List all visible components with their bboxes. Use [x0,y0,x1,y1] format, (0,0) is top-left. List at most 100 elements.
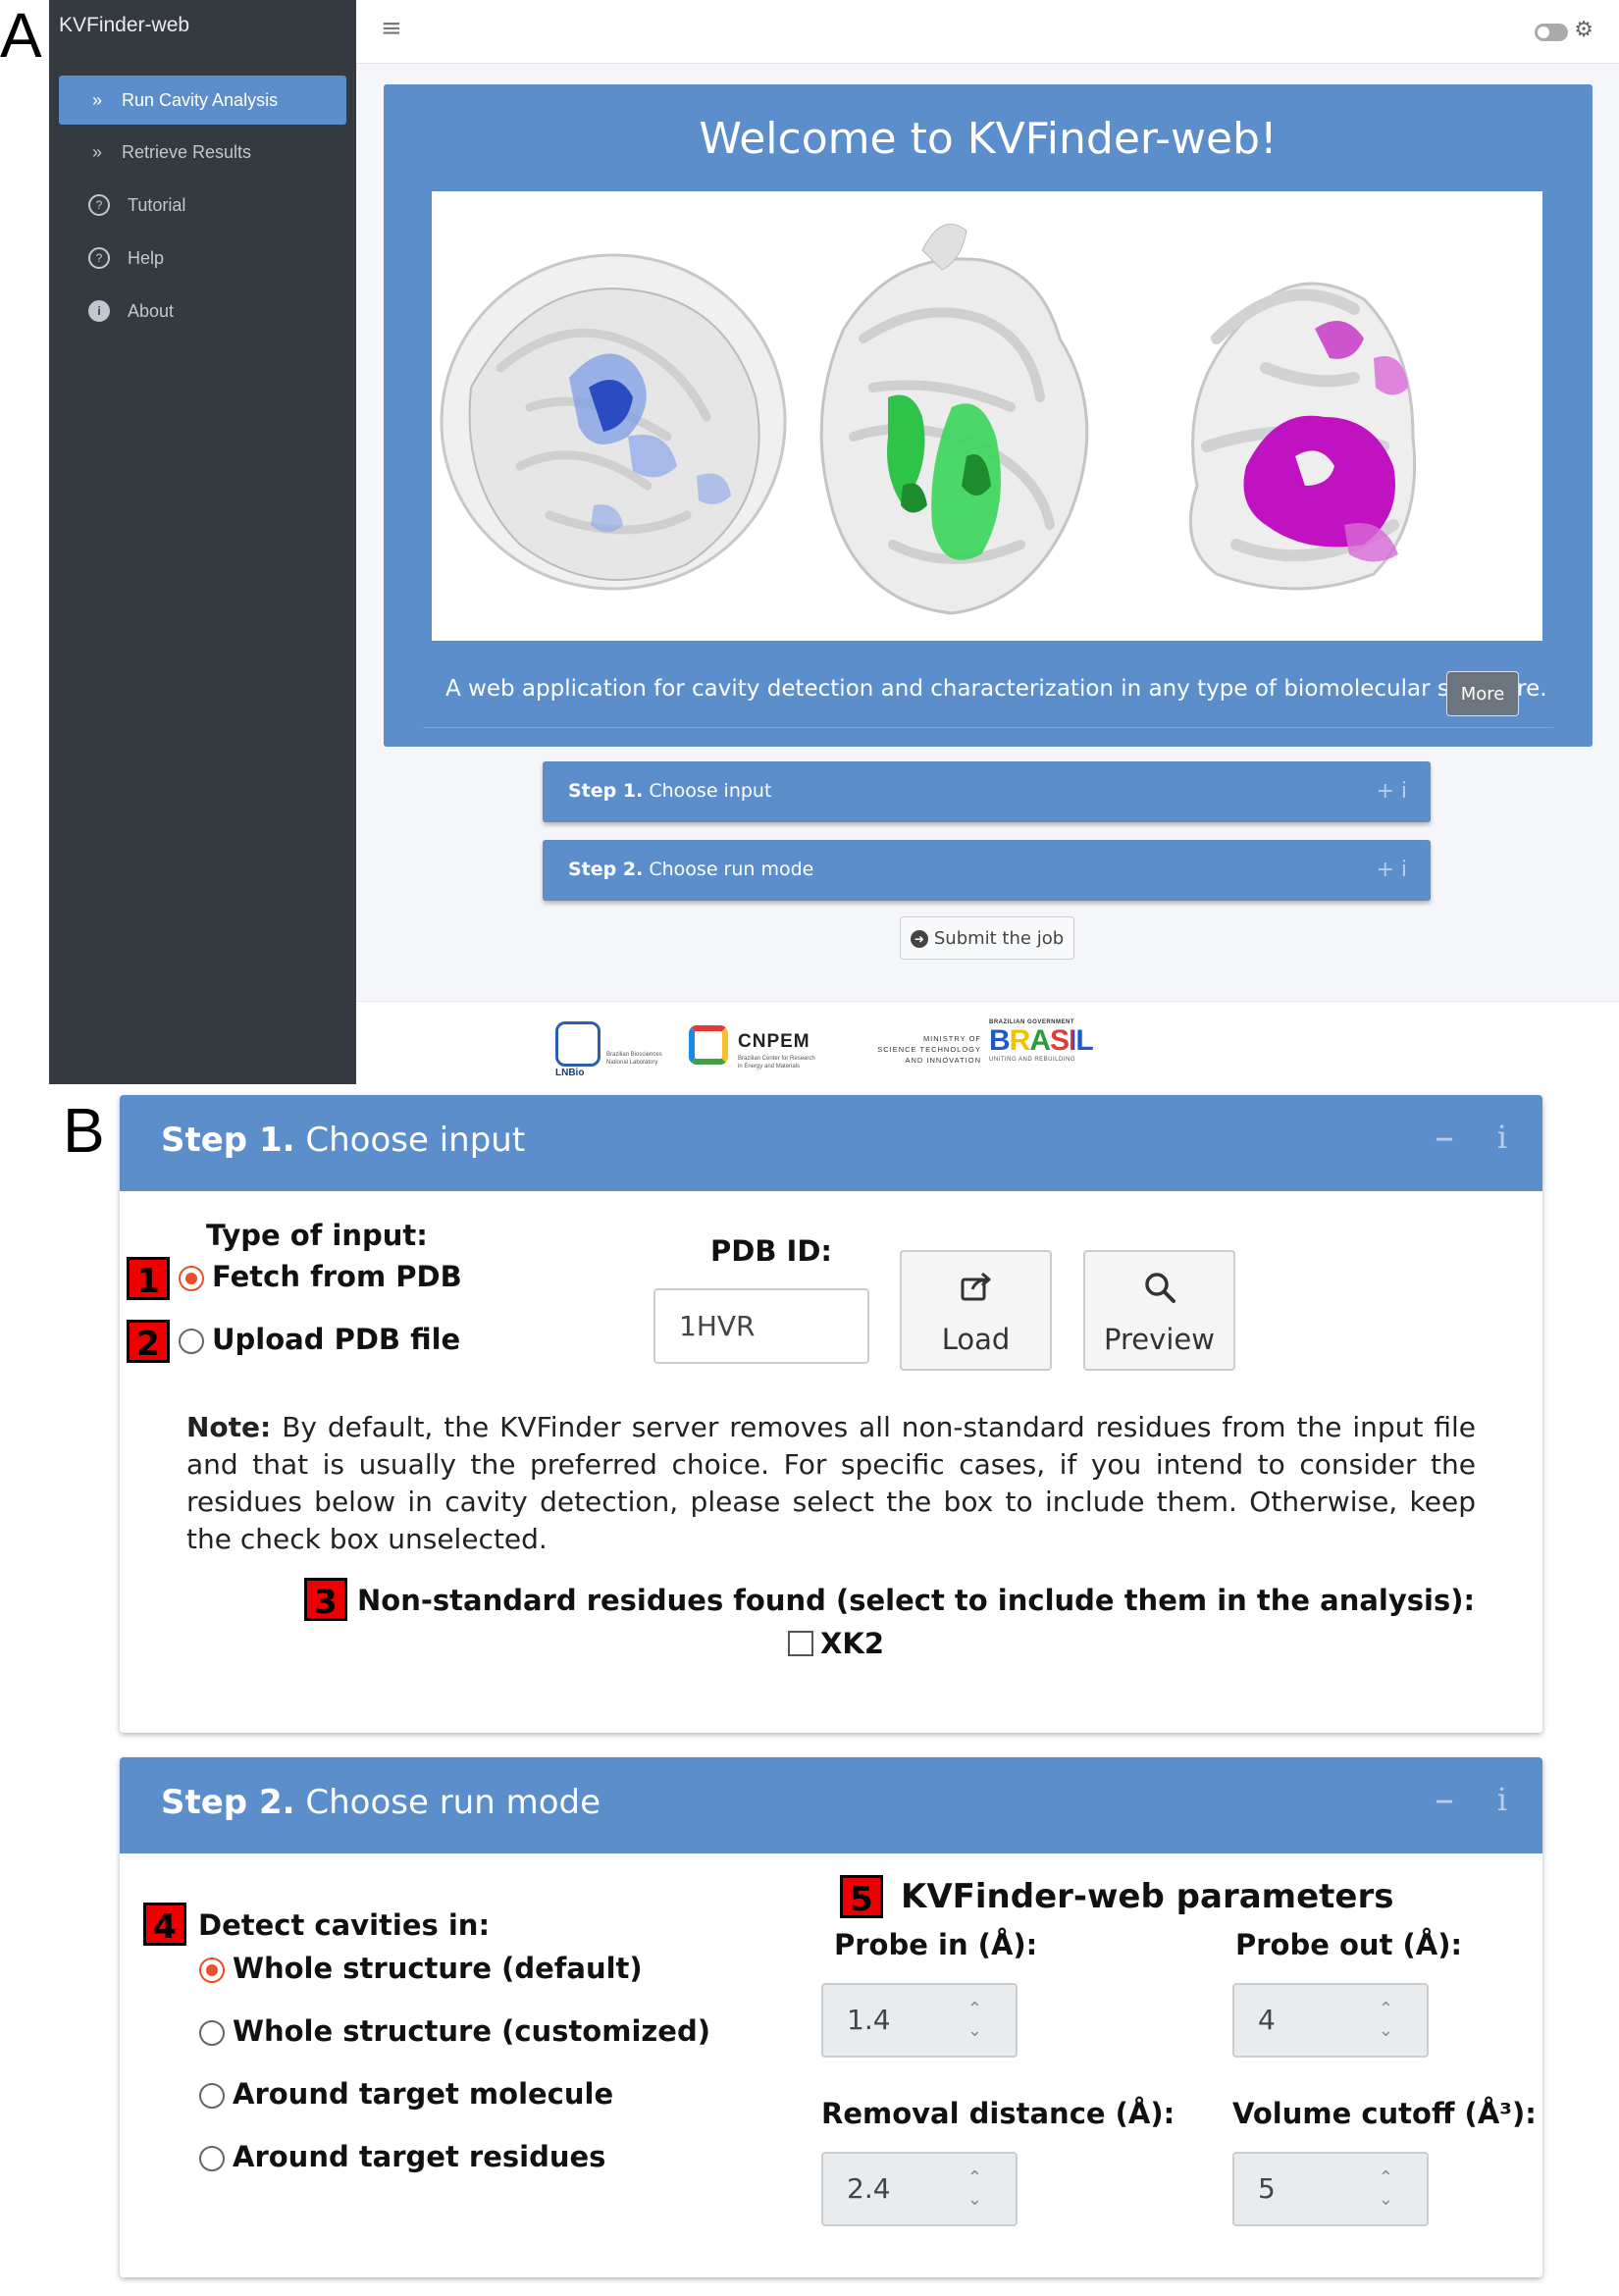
welcome-subtitle: A web application for cavity detection a… [445,676,1547,702]
protein-3-magenta-cavities [1188,282,1417,591]
arrow-circle-right-icon: ➜ [910,930,928,948]
fetch-from-pdb-label[interactable]: Fetch from PDB [212,1260,462,1293]
marker-1: 1 [127,1257,170,1301]
lnbio-text: LNBio [555,1068,585,1078]
step-1-header[interactable]: Step 1. Choose input – i [120,1095,1542,1191]
sidebar-item-retrieve-results[interactable]: » Retrieve Results [59,128,346,177]
question-circle-icon: ? [88,247,110,269]
panel-label-b: B [63,1095,105,1166]
upload-pdb-file-label[interactable]: Upload PDB file [212,1323,460,1356]
around-target-molecule-label[interactable]: Around target molecule [233,2077,613,2111]
sidebar-item-about[interactable]: i About [59,287,346,336]
step-number: Step 1. [568,780,644,802]
marker-2: 2 [127,1320,170,1364]
sidebar-item-run-cavity-analysis[interactable]: » Run Cavity Analysis [59,76,346,125]
sidebar-item-label: Retrieve Results [122,141,252,162]
probe-in-label: Probe in (Å): [834,1928,1038,1961]
welcome-jumbotron: Welcome to KVFinder-web! A web applicati… [384,84,1593,747]
info-icon[interactable]: i [1497,1781,1507,1818]
hamburger-icon[interactable]: ≡ [381,14,402,43]
probe-in-input[interactable]: 1.4 ⌃ ⌄ [821,1983,1018,2058]
search-icon [1085,1270,1233,1309]
around-target-residues-radio[interactable] [199,2146,225,2171]
whole-structure-default-label[interactable]: Whole structure (default) [233,1952,643,1985]
step-title: Choose input [649,780,772,802]
note-bold: Note: [186,1411,272,1443]
sidebar-item-help[interactable]: ? Help [59,234,346,283]
marker-3: 3 [304,1578,347,1622]
step-title: Choose input [305,1121,526,1160]
fetch-from-pdb-radio[interactable] [179,1266,204,1291]
footer-logos: LNBio Brazilian Biosciences National Labo… [356,1001,1619,1085]
sidebar-item-label: Run Cavity Analysis [122,89,279,110]
protein-structures-illustration [440,223,1417,615]
nonstandard-residues-label: Non-standard residues found (select to i… [357,1584,1476,1617]
cnpem-subtitle-1: Brazilian Center for Research [738,1056,815,1062]
step-number: Step 2. [568,859,644,880]
expand-info-icons[interactable]: + i [1376,858,1407,882]
gear-icon[interactable]: ⚙ [1574,18,1593,42]
divider [423,727,1553,728]
share-square-icon [902,1270,1050,1309]
removal-distance-value: 2.4 [847,2172,891,2205]
spinner-arrows-icon[interactable]: ⌃ ⌄ [967,2167,982,2211]
note-paragraph: Note: By default, the KVFinder server re… [186,1409,1476,1558]
whole-structure-default-radio[interactable] [199,1957,225,1983]
note-text: By default, the KVFinder server removes … [186,1411,1476,1555]
volume-cutoff-input[interactable]: 5 ⌃ ⌄ [1232,2152,1429,2226]
top-navbar: ≡ ⚙ [356,0,1619,64]
preview-button[interactable]: Preview [1083,1250,1235,1371]
step-number: Step 2. [161,1783,295,1822]
expand-info-icons[interactable]: + i [1376,779,1407,804]
around-target-molecule-radio[interactable] [199,2083,225,2109]
spinner-arrows-icon[interactable]: ⌃ ⌄ [1379,1999,1393,2042]
submit-job-label: Submit the job [933,928,1065,949]
parameters-title: KVFinder-web parameters [901,1877,1394,1916]
ministry-logo: MINISTRY OF SCIENCE TECHNOLOGY AND INNOV… [854,1033,981,1066]
around-target-residues-label[interactable]: Around target residues [233,2140,605,2173]
removal-distance-input[interactable]: 2.4 ⌃ ⌄ [821,2152,1018,2226]
spinner-arrows-icon[interactable]: ⌃ ⌄ [967,1999,982,2042]
step-title: Choose run mode [305,1783,601,1822]
collapse-icon[interactable]: – [1435,1115,1454,1160]
more-button[interactable]: More [1446,671,1519,716]
load-button[interactable]: Load [900,1250,1052,1371]
marker-4: 4 [143,1903,186,1947]
probe-out-value: 4 [1258,2004,1276,2036]
pdb-id-input[interactable]: 1HVR [653,1288,869,1364]
whole-structure-customized-radio[interactable] [199,2020,225,2046]
brasil-government-logo: BRAZILIAN GOVERNMENT BRASIL UNITING AND … [989,1019,1094,1063]
protein-1-blue-cavities [440,253,787,591]
sidebar: KVFinder-web » Run Cavity Analysis » Ret… [49,0,356,1084]
ministry-text-3: AND INNOVATION [905,1056,981,1065]
brand-title[interactable]: KVFinder-web [59,14,189,37]
dark-mode-toggle[interactable] [1535,24,1568,41]
submit-job-button[interactable]: ➜ Submit the job [900,916,1074,960]
volume-cutoff-value: 5 [1258,2172,1276,2205]
residue-xk2-checkbox[interactable] [788,1631,813,1656]
collapse-icon[interactable]: – [1435,1777,1454,1822]
info-circle-icon: i [88,300,110,322]
step-1-collapsed-header[interactable]: Step 1. Choose input + i [543,761,1431,822]
preview-label: Preview [1104,1323,1215,1356]
upload-pdb-file-radio[interactable] [179,1329,204,1354]
cnpem-subtitle-2: in Energy and Materials [738,1064,801,1070]
type-of-input-label: Type of input: [206,1219,428,1252]
step-2-header[interactable]: Step 2. Choose run mode – i [120,1757,1542,1853]
brasil-bottom-text: UNITING AND REBUILDING [989,1057,1076,1063]
load-label: Load [941,1323,1011,1356]
sidebar-item-tutorial[interactable]: ? Tutorial [59,181,346,230]
residue-xk2-label[interactable]: XK2 [820,1627,884,1660]
step-2-collapsed-header[interactable]: Step 2. Choose run mode + i [543,840,1431,901]
volume-cutoff-label: Volume cutoff (Å³): [1232,2097,1537,2130]
sidebar-item-label: About [128,300,175,321]
protein-2-green-cavities [819,223,1089,615]
info-icon[interactable]: i [1497,1119,1507,1156]
probe-out-input[interactable]: 4 ⌃ ⌄ [1232,1983,1429,2058]
question-circle-icon: ? [88,194,110,216]
whole-structure-customized-label[interactable]: Whole structure (customized) [233,2014,710,2048]
detect-cavities-label: Detect cavities in: [198,1908,491,1942]
sidebar-item-label: Help [128,247,165,268]
spinner-arrows-icon[interactable]: ⌃ ⌄ [1379,2167,1393,2211]
cnpem-text: CNPEM [738,1031,810,1052]
